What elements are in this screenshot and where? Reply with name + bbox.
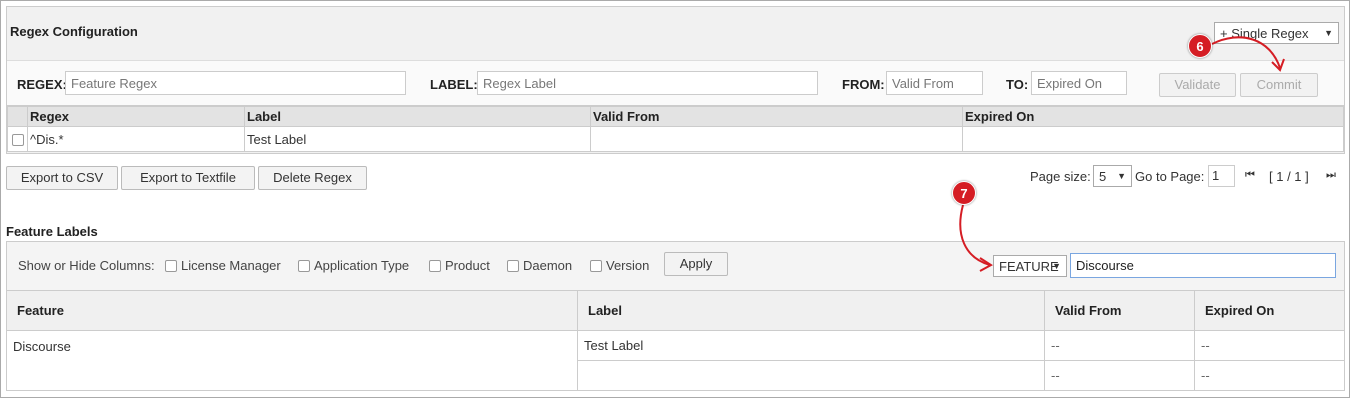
label-input[interactable]: Regex Label	[477, 71, 818, 95]
to-label: TO:	[1006, 77, 1029, 92]
columns-label: Show or Hide Columns:	[18, 258, 155, 273]
regex-column-header: Regex	[27, 106, 245, 127]
column-toggle-application-type[interactable]: Application Type	[298, 258, 409, 273]
label-column-header: Label	[244, 106, 591, 127]
expired-on-input[interactable]: Expired On	[1031, 71, 1127, 95]
table-row: Discourse Test Label -- --	[6, 330, 1345, 391]
last-page-icon[interactable]: ⏭	[1326, 169, 1336, 182]
regex-cell: ^Dis.*	[27, 126, 245, 152]
add-regex-select[interactable]: + Single Regex ▼	[1214, 22, 1339, 44]
step-6-badge: 6	[1188, 34, 1212, 58]
expired-on-column-header: Expired On	[962, 106, 1344, 127]
feature-column-header: Feature	[6, 290, 578, 331]
from-label: FROM:	[842, 77, 885, 92]
regex-config-title: Regex Configuration	[10, 24, 138, 39]
row-checkbox[interactable]	[11, 134, 24, 147]
page-status: [ 1 / 1 ]	[1269, 169, 1309, 184]
label-cell: Test Label	[244, 126, 591, 152]
column-toggle-daemon[interactable]: Daemon	[507, 258, 572, 273]
valid-from-cell	[590, 126, 963, 152]
first-page-icon[interactable]: ⏮	[1245, 169, 1255, 182]
page-size-label: Page size:	[1030, 169, 1091, 184]
chevron-down-icon: ▼	[1117, 171, 1126, 181]
page-size-value: 5	[1099, 169, 1107, 184]
feature-labels-title: Feature Labels	[6, 224, 98, 239]
commit-button[interactable]: Commit	[1240, 73, 1318, 97]
go-to-page-label: Go to Page:	[1135, 169, 1205, 184]
add-regex-select-value: + Single Regex	[1220, 26, 1309, 41]
expired-on-cell: --	[1194, 330, 1345, 361]
export-csv-button[interactable]: Export to CSV	[6, 166, 118, 190]
regex-input[interactable]: Feature Regex	[65, 71, 406, 95]
filter-search-input[interactable]: Discourse	[1070, 253, 1336, 278]
filter-field-select[interactable]: FEATURE ▼	[993, 255, 1067, 277]
checkbox[interactable]	[590, 260, 602, 272]
expired-on-cell: --	[1194, 360, 1345, 391]
delete-regex-button[interactable]: Delete Regex	[258, 166, 367, 190]
regex-label: REGEX:	[17, 77, 67, 92]
regex-table: Regex Label Valid From Expired On ^Dis.*…	[7, 106, 1344, 152]
expired-on-column-header: Expired On	[1194, 290, 1345, 331]
label-column-header: Label	[577, 290, 1045, 331]
feature-cell: Discourse	[6, 330, 578, 391]
export-textfile-button[interactable]: Export to Textfile	[121, 166, 255, 190]
valid-from-cell: --	[1044, 360, 1195, 391]
valid-from-input[interactable]: Valid From	[886, 71, 983, 95]
label-label: LABEL:	[430, 77, 478, 92]
regex-configuration-panel: Regex Configuration + Single Regex ▼ REG…	[6, 6, 1345, 154]
feature-labels-table: Feature Label Valid From Expired On Disc…	[6, 290, 1345, 391]
checkbox[interactable]	[298, 260, 310, 272]
filter-field-value: FEATURE	[999, 259, 1059, 274]
row-select-cell	[7, 126, 28, 152]
go-to-page-input[interactable]: 1	[1208, 165, 1235, 187]
chevron-down-icon: ▼	[1324, 28, 1333, 38]
column-toggle-label: License Manager	[181, 258, 281, 273]
valid-from-column-header: Valid From	[1044, 290, 1195, 331]
column-toggle-label: Application Type	[314, 258, 410, 273]
select-column-header	[7, 106, 28, 127]
column-toggle-license-manager[interactable]: License Manager	[165, 258, 281, 273]
checkbox[interactable]	[165, 260, 177, 272]
apply-button[interactable]: Apply	[664, 252, 728, 276]
column-toggle-label: Product	[445, 258, 490, 273]
checkbox[interactable]	[507, 260, 519, 272]
table-row[interactable]: ^Dis.* Test Label	[7, 126, 1344, 152]
column-toggle-label: Daemon	[523, 258, 573, 273]
valid-from-cell: --	[1044, 330, 1195, 361]
regex-form-row: REGEX: Feature Regex LABEL: Regex Label …	[7, 60, 1344, 106]
label-cell: Test Label	[577, 330, 1045, 361]
label-cell	[577, 360, 1045, 391]
page-size-select[interactable]: 5 ▼	[1093, 165, 1132, 187]
checkbox[interactable]	[429, 260, 441, 272]
column-toggle-version[interactable]: Version	[590, 258, 649, 273]
chevron-down-icon: ▼	[1052, 261, 1061, 271]
valid-from-column-header: Valid From	[590, 106, 963, 127]
expired-on-cell	[962, 126, 1344, 152]
step-7-badge: 7	[952, 181, 976, 205]
feature-labels-toolbar: Show or Hide Columns: License Manager Ap…	[6, 241, 1345, 291]
column-toggle-label: Version	[606, 258, 650, 273]
column-toggle-product[interactable]: Product	[429, 258, 490, 273]
validate-button[interactable]: Validate	[1159, 73, 1236, 97]
